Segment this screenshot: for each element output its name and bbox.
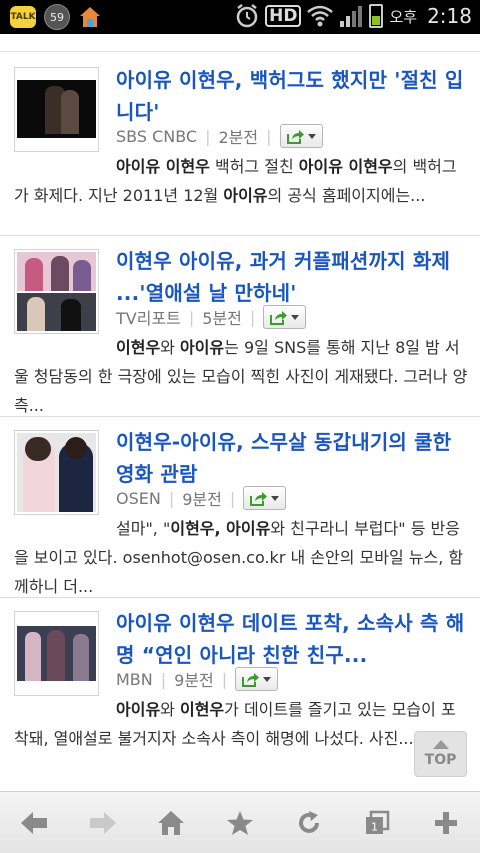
article-time: 2분전 [218,128,259,147]
new-tab-button[interactable] [416,798,476,848]
article-thumbnail[interactable] [14,430,99,515]
article-source: SBS CNBC [116,126,198,146]
kakaotalk-icon: TALK [10,6,36,28]
chevron-down-icon [307,133,316,139]
hd-voice-icon: HD [265,5,302,27]
tab-count: 1 [371,820,378,833]
article-source: OSEN [116,488,161,508]
share-button[interactable] [263,305,307,329]
chevron-down-icon [271,495,280,501]
meta-separator: | [249,307,256,327]
notification-count-badge: 59 [44,4,70,30]
article-time: 5분전 [202,309,242,328]
article-thumbnail[interactable] [14,249,99,334]
share-arrow-icon [270,310,288,325]
article-snippet[interactable]: 이현우와 아이유는 9일 SNS를 통해 지난 8일 밤 서울 청담동의 한 극… [14,333,468,420]
meta-separator: | [205,126,211,146]
article-title[interactable]: 아이유 이현우, 백허그도 했지만 '절친 입니다' [116,64,471,128]
forward-icon [89,811,116,834]
status-bar: TALK 59 HD 오후 2:18 [0,0,480,34]
meta-separator: | [266,126,272,146]
article-divider [0,597,480,598]
article-title[interactable]: 이현우 아이유, 과거 커플패션까지 화제 ...'열애설 날 만하네' [116,245,471,309]
article-thumbnail[interactable] [14,67,99,152]
article-divider [0,416,480,417]
share-button[interactable] [279,124,323,148]
article-source: MBN [116,669,153,689]
meta-separator: | [168,488,175,508]
article-meta: MBN | 9분전 | [116,666,279,692]
bookmark-button[interactable] [210,798,270,848]
signal-icon [340,6,363,27]
article-meta: TV리포트 | 5분전 | [116,304,307,330]
forward-button[interactable] [73,798,133,848]
article-snippet[interactable]: 설마", "이현우, 아이유와 친구라니 부럽다" 등 반응을 보이고 있다. … [14,514,468,601]
battery-icon [369,4,384,28]
home-button[interactable] [141,798,201,848]
wifi-icon [307,5,334,27]
article-meta: OSEN | 9분전 | [116,485,287,511]
bookmark-star-icon [226,810,253,835]
article-time: 9분전 [174,671,214,690]
refresh-icon [298,810,319,833]
browser-toolbar: 1 [0,791,480,853]
clock-ampm: 오후 [389,7,418,26]
chevron-down-icon [291,314,300,320]
alarm-icon [236,4,258,28]
article-time: 9분전 [182,490,222,509]
refresh-button[interactable] [279,798,339,848]
article-divider [0,235,480,236]
meta-separator: | [221,669,228,689]
list-top-divider [0,51,480,52]
tabs-button[interactable]: 1 [347,798,407,848]
share-button[interactable] [243,486,287,510]
scroll-to-top-button[interactable]: TOP [414,731,467,777]
article-title[interactable]: 아이유 이현우 데이트 포착, 소속사 측 해명 “연인 아니라 친한 친구..… [116,607,471,671]
article-source: TV리포트 [116,309,181,328]
meta-separator: | [188,307,195,327]
article-title[interactable]: 이현우-아이유, 스무살 동갑내기의 쿨한 영화 관람 [116,426,471,490]
share-arrow-icon [242,672,260,687]
top-button-label: TOP [424,752,457,768]
share-arrow-icon [286,129,304,144]
article-snippet[interactable]: 아이유와 이현우가 데이트를 즐기고 있는 모습이 포착돼, 열애설로 불거지자… [14,695,468,753]
arrow-up-icon [432,740,449,749]
article-thumbnail[interactable] [14,611,99,696]
back-icon [21,811,48,834]
chevron-down-icon [263,676,272,682]
back-button[interactable] [4,798,64,848]
home-icon [158,810,185,835]
share-arrow-icon [250,491,268,506]
article-meta: SBS CNBC | 2분전 | [116,123,323,149]
meta-separator: | [160,669,167,689]
store-home-icon [80,7,100,27]
article-snippet[interactable]: 아이유 이현우 백허그 절친 아이유 이현우의 백허그가 화제다. 지난 201… [14,152,468,210]
meta-separator: | [229,488,236,508]
tabs-icon: 1 [366,810,390,834]
add-icon [434,811,457,834]
share-button[interactable] [235,667,279,691]
clock-time: 2:18 [427,4,472,28]
